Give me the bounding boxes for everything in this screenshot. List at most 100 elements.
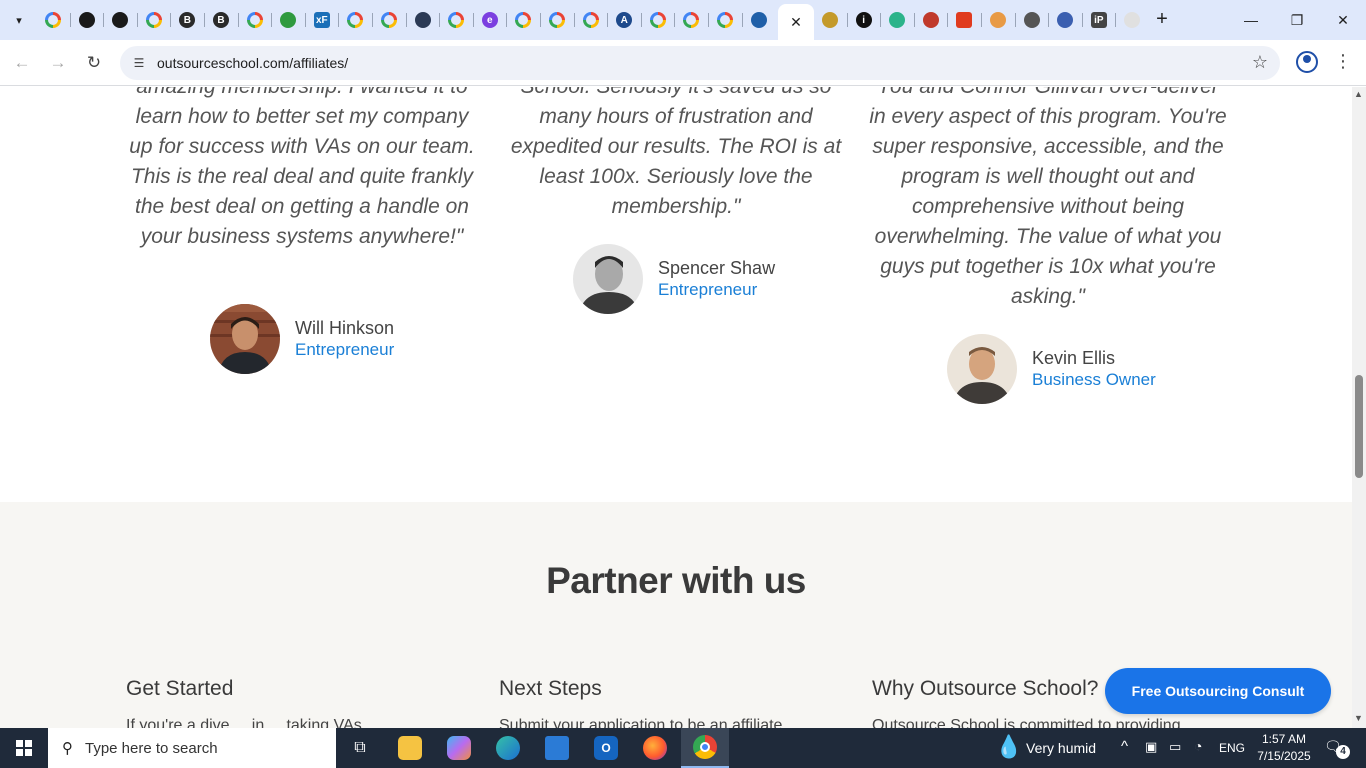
browser-tab[interactable] [240, 6, 270, 34]
browser-tab[interactable] [882, 6, 912, 34]
browser-tab[interactable] [273, 6, 303, 34]
tab-separator [573, 13, 575, 27]
chevron-up-icon[interactable]: ^ [1121, 738, 1128, 755]
site-info-icon[interactable]: ☰ [130, 54, 148, 72]
browser-tab[interactable] [676, 6, 706, 34]
scroll-down-arrow-icon[interactable]: ▼ [1354, 713, 1363, 723]
firefox-app[interactable] [631, 728, 679, 768]
browser-tab[interactable] [983, 6, 1013, 34]
browser-tab[interactable]: i [849, 6, 879, 34]
browser-tab[interactable] [105, 6, 135, 34]
menu-kebab-icon[interactable]: ⋮ [1334, 51, 1352, 72]
reload-button[interactable]: ↻ [82, 51, 106, 75]
scroll-thumb[interactable] [1355, 375, 1363, 478]
openai-icon [78, 12, 95, 28]
browser-tab[interactable]: A [609, 6, 639, 34]
browser-tab[interactable] [374, 6, 404, 34]
tab-strip: ▾ B BxF e A ✕ i iP + — ❐ ✕ [0, 0, 1366, 40]
browser-tab[interactable] [542, 6, 572, 34]
google-icon [717, 12, 733, 28]
browser-tab[interactable]: xF [307, 6, 337, 34]
tab-separator [674, 13, 676, 27]
browser-tab[interactable] [916, 6, 946, 34]
tab-separator [170, 13, 172, 27]
edge-icon [496, 736, 520, 760]
back-button[interactable]: ← [10, 51, 34, 75]
url-text[interactable]: outsourceschool.com/affiliates/ [157, 55, 348, 71]
browser-tab[interactable] [815, 6, 845, 34]
graduation-cap-icon [414, 12, 431, 28]
browser-tab[interactable] [408, 6, 438, 34]
tab-separator [846, 13, 848, 27]
browser-tab[interactable] [576, 6, 606, 34]
google-icon [582, 12, 599, 28]
forward-button[interactable]: → [46, 51, 70, 75]
tab-separator [913, 13, 915, 27]
weather-text[interactable]: Very humid [1026, 740, 1096, 756]
minimize-button[interactable]: — [1228, 8, 1274, 32]
bookmark-star-icon[interactable]: ☆ [1252, 52, 1268, 73]
task-view-button[interactable]: ⧉ [336, 728, 384, 768]
author-role: Business Owner [1032, 370, 1156, 389]
browser-tab[interactable] [643, 6, 673, 34]
column-title: Why Outsource School? [872, 677, 1099, 700]
start-button[interactable] [0, 728, 48, 768]
new-tab-button[interactable]: + [1151, 9, 1173, 31]
outlook-icon: O [594, 736, 618, 760]
scrollbar[interactable]: ▲ ▼ [1352, 87, 1366, 728]
browser-tab[interactable] [508, 6, 538, 34]
browser-tab[interactable] [1117, 6, 1147, 34]
browser-tab[interactable] [441, 6, 471, 34]
copilot-icon [447, 736, 471, 760]
profile-icon[interactable] [1296, 51, 1318, 73]
column-text: Outsource School is committed to providi… [872, 717, 1199, 728]
taskbar-search[interactable]: ⚲ Type here to search [48, 728, 336, 768]
tab-separator [304, 13, 306, 27]
file-explorer-app[interactable] [386, 728, 434, 768]
browser-tab[interactable] [38, 6, 68, 34]
browser-tab[interactable]: B [172, 6, 202, 34]
store-app[interactable] [533, 728, 581, 768]
clock[interactable]: 1:57 AM 7/15/2025 [1252, 731, 1316, 765]
google-icon [683, 12, 700, 28]
browser-tab[interactable] [710, 6, 740, 34]
google-icon [549, 12, 565, 28]
close-window-button[interactable]: ✕ [1320, 8, 1366, 32]
google-icon [347, 12, 364, 28]
google-icon [246, 12, 263, 28]
browser-tab[interactable]: e [475, 6, 505, 34]
outlook-app[interactable]: O [582, 728, 630, 768]
browser-tab[interactable]: iP [1084, 6, 1114, 34]
browser-tab[interactable]: B [206, 6, 236, 34]
restore-button[interactable]: ❐ [1274, 8, 1320, 32]
language-indicator[interactable]: ENG [1219, 741, 1245, 755]
browser-tab[interactable] [1017, 6, 1047, 34]
wifi-icon[interactable]: ◔ [1194, 738, 1202, 754]
battery-icon[interactable]: ▭ [1169, 739, 1181, 755]
browser-tab[interactable] [139, 6, 169, 34]
column-title: Get Started [126, 677, 234, 700]
browser-tab[interactable] [1050, 6, 1080, 34]
browser-tab[interactable] [340, 6, 370, 34]
notification-count: 4 [1336, 745, 1350, 759]
free-consult-button[interactable]: Free Outsourcing Consult [1105, 668, 1331, 714]
browser-tab[interactable] [72, 6, 102, 34]
tab-separator [472, 13, 474, 27]
close-icon[interactable]: ✕ [790, 14, 802, 31]
browser-tab[interactable] [949, 6, 979, 34]
firefox-icon [643, 736, 667, 760]
browser-tab[interactable] [744, 6, 774, 34]
edge-app[interactable] [484, 728, 532, 768]
meet-icon[interactable]: ▣ [1145, 739, 1157, 755]
tab-active[interactable]: ✕ [778, 4, 814, 40]
chrome-app[interactable] [681, 728, 729, 768]
copilot-app[interactable] [435, 728, 483, 768]
address-bar[interactable]: ☰ outsourceschool.com/affiliates/ ☆ [120, 46, 1280, 80]
tab-separator [69, 13, 71, 27]
taskbar: ⚲ Type here to search ⧉ O 💧 Very humid ^… [0, 728, 1366, 768]
notification-center[interactable]: 🗨 4 [1324, 738, 1350, 759]
tab-search-button[interactable]: ▾ [6, 8, 32, 32]
weather-icon[interactable]: 💧 [995, 734, 1022, 760]
a-red-icon: i [855, 12, 872, 28]
scroll-up-arrow-icon[interactable]: ▲ [1354, 89, 1363, 99]
